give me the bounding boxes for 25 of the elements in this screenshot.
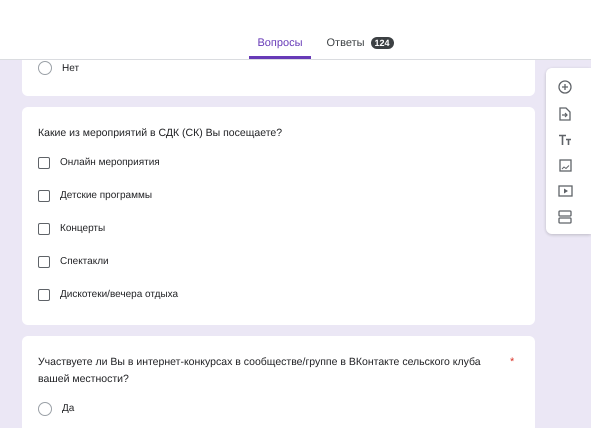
radio-button[interactable] [38, 402, 52, 416]
count-badge: 124 [370, 37, 394, 49]
question-title: Какие из мероприятий в СДК (СК) Вы посещаете? [38, 126, 284, 141]
import-icon[interactable] [559, 107, 572, 121]
checkbox[interactable] [38, 256, 50, 268]
text-size-icon[interactable] [558, 134, 572, 146]
tab[interactable]: Ответы 124 [318, 33, 402, 59]
option-label: Дискотеки/вечера отдыха [60, 289, 178, 300]
radio-button[interactable] [38, 61, 52, 75]
add-icon[interactable] [558, 80, 572, 94]
option-label: Да [62, 403, 74, 414]
section-icon[interactable] [558, 210, 572, 224]
required-mark: * [510, 355, 514, 370]
option-label: Онлайн мероприятия [60, 157, 160, 168]
checkbox[interactable] [38, 156, 50, 168]
option-label: Нет [62, 62, 80, 74]
checkbox[interactable] [38, 190, 50, 202]
checkbox[interactable] [38, 288, 50, 300]
option-label: Концерты [60, 223, 106, 234]
option-label: Спектакли [60, 256, 109, 267]
image-icon[interactable] [558, 159, 572, 172]
option-label: Детские программы [60, 190, 152, 201]
video-icon[interactable] [558, 185, 573, 197]
checkbox[interactable] [38, 222, 50, 234]
question-title: Участвуете ли Вы в интернет-конкурсах в сообществе/группе в ВКонтакте сельского клуба вашей местности? [38, 355, 482, 387]
